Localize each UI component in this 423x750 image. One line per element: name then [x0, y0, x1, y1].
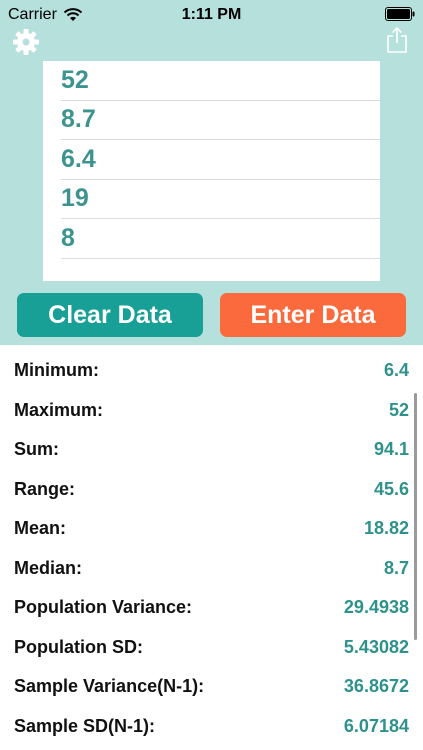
data-entry-list[interactable]: 52 8.7 6.4 19 8 [43, 61, 380, 281]
stat-value: 94.1 [373, 439, 409, 460]
status-bar: Carrier 1:11 PM [0, 0, 423, 30]
data-entry-row[interactable]: 6.4 [61, 140, 380, 180]
stat-label: Sample SD(N-1): [14, 715, 156, 736]
gear-icon[interactable] [12, 28, 40, 56]
stat-label: Mean: [14, 518, 67, 539]
data-entry-row[interactable]: 19 [61, 180, 380, 219]
stat-value: 6.07184 [343, 715, 409, 736]
data-entry-row[interactable]: 8 [61, 219, 380, 259]
stat-label: Range: [14, 478, 76, 499]
stat-label: Maximum: [14, 399, 104, 420]
stat-row-sum: Sum: 94.1 [0, 430, 423, 470]
stat-row-minimum: Minimum: 6.4 [0, 351, 423, 391]
stat-row-population-sd: Population SD: 5.43082 [0, 628, 423, 668]
share-icon[interactable] [385, 26, 409, 54]
stat-row-mean: Mean: 18.82 [0, 509, 423, 549]
battery-icon [385, 7, 415, 21]
stat-value: 6.4 [383, 360, 409, 381]
stat-value: 36.8672 [343, 676, 409, 697]
stat-label: Median: [14, 557, 83, 578]
statistics-list: Minimum: 6.4 Maximum: 52 Sum: 94.1 Range… [0, 351, 423, 746]
stat-label: Minimum: [14, 360, 99, 381]
stat-value: 52 [388, 399, 409, 420]
stat-row-sample-sd: Sample SD(N-1): 6.07184 [0, 707, 423, 747]
stat-value: 45.6 [373, 478, 409, 499]
stat-row-range: Range: 45.6 [0, 470, 423, 510]
header-area: Carrier 1:11 PM 52 8.7 6.4 19 8 Clear Da… [0, 0, 423, 345]
stat-row-maximum: Maximum: 52 [0, 391, 423, 431]
stat-row-sample-variance: Sample Variance(N-1): 36.8672 [0, 667, 423, 707]
action-buttons: Clear Data Enter Data [17, 293, 406, 337]
stat-label: Sample Variance(N-1): [14, 676, 205, 697]
stat-value: 8.7 [383, 557, 409, 578]
clear-data-button[interactable]: Clear Data [17, 293, 203, 337]
scrollbar[interactable] [414, 393, 417, 640]
data-entry-value: 6.4 [61, 144, 96, 173]
stat-row-median: Median: 8.7 [0, 549, 423, 589]
stat-value: 18.82 [363, 518, 409, 539]
stat-row-population-variance: Population Variance: 29.4938 [0, 588, 423, 628]
stat-value: 29.4938 [343, 597, 409, 618]
data-entry-value: 8.7 [61, 105, 96, 134]
stat-label: Population SD: [14, 636, 143, 657]
data-entry-value: 19 [61, 184, 89, 213]
status-time: 1:11 PM [181, 6, 242, 23]
data-entry-row[interactable]: 52 [61, 61, 380, 101]
data-entry-value: 52 [61, 65, 89, 94]
stat-label: Sum: [14, 439, 59, 460]
stat-value: 5.43082 [343, 636, 409, 657]
enter-data-button[interactable]: Enter Data [220, 293, 406, 337]
stat-label: Population Variance: [14, 597, 193, 618]
data-entry-value: 8 [61, 223, 75, 252]
data-entry-row[interactable]: 8.7 [61, 101, 380, 140]
